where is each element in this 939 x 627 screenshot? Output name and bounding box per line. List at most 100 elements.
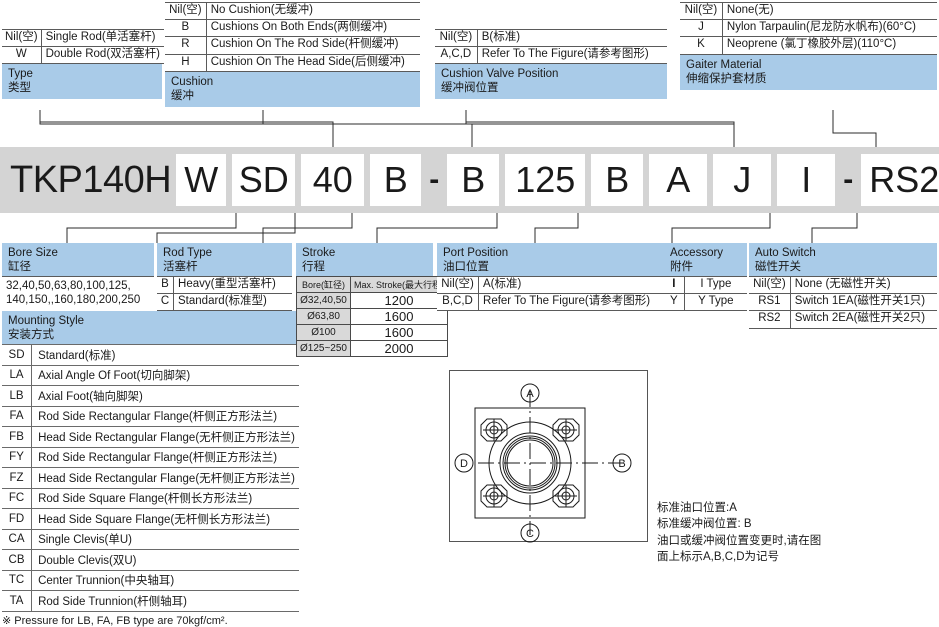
cushion-code-0: Nil(空) [165, 3, 206, 20]
model-code-dash: - [424, 165, 444, 195]
cushion-option-table: Nil(空) No Cushion(无缓冲) B Cushions On Bot… [165, 2, 420, 72]
table-row: B,C,D Refer To The Figure(请参考图形) [437, 294, 665, 311]
connector-stroke [263, 213, 352, 243]
mounting-code-6: FZ [2, 468, 32, 489]
group-bore-size: Bore Size 缸径 32,40,50,63,80,100,125, 140… [2, 243, 154, 312]
type-code-0: Nil(空) [2, 30, 41, 47]
model-code-strip: TKP140H WSD40B-B125BAJI-RS2 [0, 147, 939, 213]
model-code-box-8[interactable]: A [649, 154, 707, 206]
figure-note-3: 面上标示A,B,C,D为记号 [657, 549, 821, 565]
rodtype-desc-1: Standard(标准型) [174, 294, 292, 311]
category-title-cn: 安装方式 [8, 328, 293, 342]
model-code-box-10[interactable]: I [777, 154, 835, 206]
category-header-bore-size: Bore Size 缸径 [2, 243, 154, 276]
mounting-code-8: FD [2, 509, 32, 530]
stroke-bore-1: Ø63,80 [297, 309, 351, 325]
model-code-box-1[interactable]: SD [232, 154, 295, 206]
stroke-bore-0: Ø32,40,50 [297, 293, 351, 309]
accessory-desc-0: I Type [684, 277, 747, 294]
autoswitch-desc-1: Switch 1EA(磁性开关1只) [790, 294, 937, 311]
stroke-table: Bore(缸径)Max. Stroke(最大行程)Ø32,40,501200Ø6… [296, 276, 448, 357]
model-code-box-2[interactable]: 40 [301, 154, 364, 206]
accessory-code-0: I [664, 277, 684, 294]
category-title-cn: 类型 [8, 81, 156, 95]
table-row: I I Type [664, 277, 747, 294]
model-code-box-9[interactable]: J [713, 154, 771, 206]
cvp-desc-0: B(标准) [477, 30, 667, 47]
category-title-en: Mounting Style [8, 314, 293, 328]
cushion-valve-option-table: Nil(空) B(标准) A,C,D Refer To The Figure(请… [435, 29, 667, 64]
cushion-desc-2: Cushion On The Rod Side(杆侧缓冲) [206, 37, 420, 54]
table-row: SDStandard(标准) [2, 345, 299, 366]
model-code-box-6[interactable]: 125 [505, 154, 585, 206]
table-row: RS2 Switch 2EA(磁性开关2只) [749, 311, 937, 328]
figure-note-0: 标准油口位置:A [657, 500, 821, 516]
table-row: K Neoprene (氯丁橡胶外层)(110°C) [680, 37, 937, 54]
mounting-desc-5: Rod Side Rectangular Flange(杆侧正方形法兰) [32, 447, 299, 468]
bore-size-line-2: 140,150,,160,180,200,250 [6, 293, 150, 307]
connector-accessory [535, 213, 578, 243]
category-title-cn: 缓冲 [171, 89, 414, 103]
table-row: Y Y Type [664, 294, 747, 311]
accessory-desc-1: Y Type [684, 294, 747, 311]
category-header-port-position: Port Position 油口位置 [437, 243, 665, 276]
cvp-desc-1: Refer To The Figure(请参考图形) [477, 47, 667, 64]
group-port-position: Port Position 油口位置 Nil(空) A(标准) B,C,D Re… [437, 243, 665, 311]
mounting-code-4: FB [2, 427, 32, 448]
category-title-en: Rod Type [163, 246, 286, 260]
category-title-en: Stroke [302, 246, 427, 260]
category-header-accessory: Accessory 附件 [664, 243, 747, 276]
model-code-prefix: TKP140H [0, 161, 173, 199]
category-title-en: Type [8, 67, 156, 81]
table-row: H Cushion On The Head Side(后侧缓冲) [165, 54, 420, 71]
mounting-code-7: FC [2, 488, 32, 509]
table-row: CASingle Clevis(单U) [2, 529, 299, 550]
gaiter-option-table: Nil(空) None(无) J Nylon Tarpaulin(尼龙防水帆布)… [680, 2, 937, 55]
mounting-desc-4: Head Side Rectangular Flange(无杆侧正方形法兰) [32, 427, 299, 448]
connector-type [40, 110, 333, 147]
category-title-en: Auto Switch [755, 246, 931, 260]
category-title-cn: 油口位置 [443, 260, 659, 274]
category-title-cn: 磁性开关 [755, 260, 931, 274]
port-code-0: Nil(空) [437, 277, 479, 294]
mounting-desc-6: Head Side Rectangular Flange(无杆侧正方形法兰) [32, 468, 299, 489]
cushion-desc-1: Cushions On Both Ends(两侧缓冲) [206, 20, 420, 37]
table-row: R Cushion On The Rod Side(杆侧缓冲) [165, 37, 420, 54]
table-row: FBHead Side Rectangular Flange(无杆侧正方形法兰) [2, 427, 299, 448]
model-code-box-5[interactable]: B [447, 154, 499, 206]
marker-label-c: C [526, 528, 534, 540]
table-row: FARod Side Rectangular Flange(杆侧正方形法兰) [2, 406, 299, 427]
table-row: Ø125~2502000 [297, 341, 448, 357]
mounting-desc-3: Rod Side Rectangular Flange(杆侧正方形法兰) [32, 406, 299, 427]
mounting-code-3: FA [2, 406, 32, 427]
autoswitch-code-1: RS1 [749, 294, 790, 311]
table-row: Ø32,40,501200 [297, 293, 448, 309]
category-title-cn: 附件 [670, 260, 741, 274]
stroke-header-0: Bore(缸径) [297, 277, 351, 293]
group-rod-type: Rod Type 活塞杆 B Heavy(重型活塞杆) C Standard(标… [157, 243, 292, 311]
figure-note-1: 标准缓冲阀位置: B [657, 516, 821, 532]
stroke-header-1: Max. Stroke(最大行程) [351, 277, 448, 293]
bolt-boss-bottom-left [481, 485, 507, 507]
port-position-table: Nil(空) A(标准) B,C,D Refer To The Figure(请… [437, 276, 665, 311]
cushion-desc-3: Cushion On The Head Side(后侧缓冲) [206, 54, 420, 71]
group-stroke: Stroke 行程 Bore(缸径)Max. Stroke(最大行程)Ø32,4… [296, 243, 433, 357]
category-title-cn: 活塞杆 [163, 260, 286, 274]
table-row: FZHead Side Rectangular Flange(无杆侧正方形法兰) [2, 468, 299, 489]
stroke-max-0: 1200 [351, 293, 448, 309]
gaiter-desc-2: Neoprene (氯丁橡胶外层)(110°C) [722, 37, 937, 54]
model-code-box-7[interactable]: B [591, 154, 643, 206]
mounting-code-2: LB [2, 386, 32, 407]
cushion-code-1: B [165, 20, 206, 37]
group-auto-switch: Auto Switch 磁性开关 Nil(空) None (无磁性开关) RS1… [749, 243, 937, 329]
model-code-box-0[interactable]: W [176, 154, 226, 206]
mounting-code-1: LA [2, 365, 32, 386]
model-code-box-3[interactable]: B [370, 154, 421, 206]
type-desc-1: Double Rod(双活塞杆) [41, 47, 164, 64]
autoswitch-desc-0: None (无磁性开关) [790, 277, 937, 294]
table-row: W Double Rod(双活塞杆) [2, 47, 164, 64]
model-code-box-12[interactable]: RS2 [861, 154, 939, 206]
mounting-code-10: CB [2, 550, 32, 571]
table-row: FDHead Side Square Flange(无杆侧长方形法兰) [2, 509, 299, 530]
mounting-desc-10: Double Clevis(双U) [32, 550, 299, 571]
